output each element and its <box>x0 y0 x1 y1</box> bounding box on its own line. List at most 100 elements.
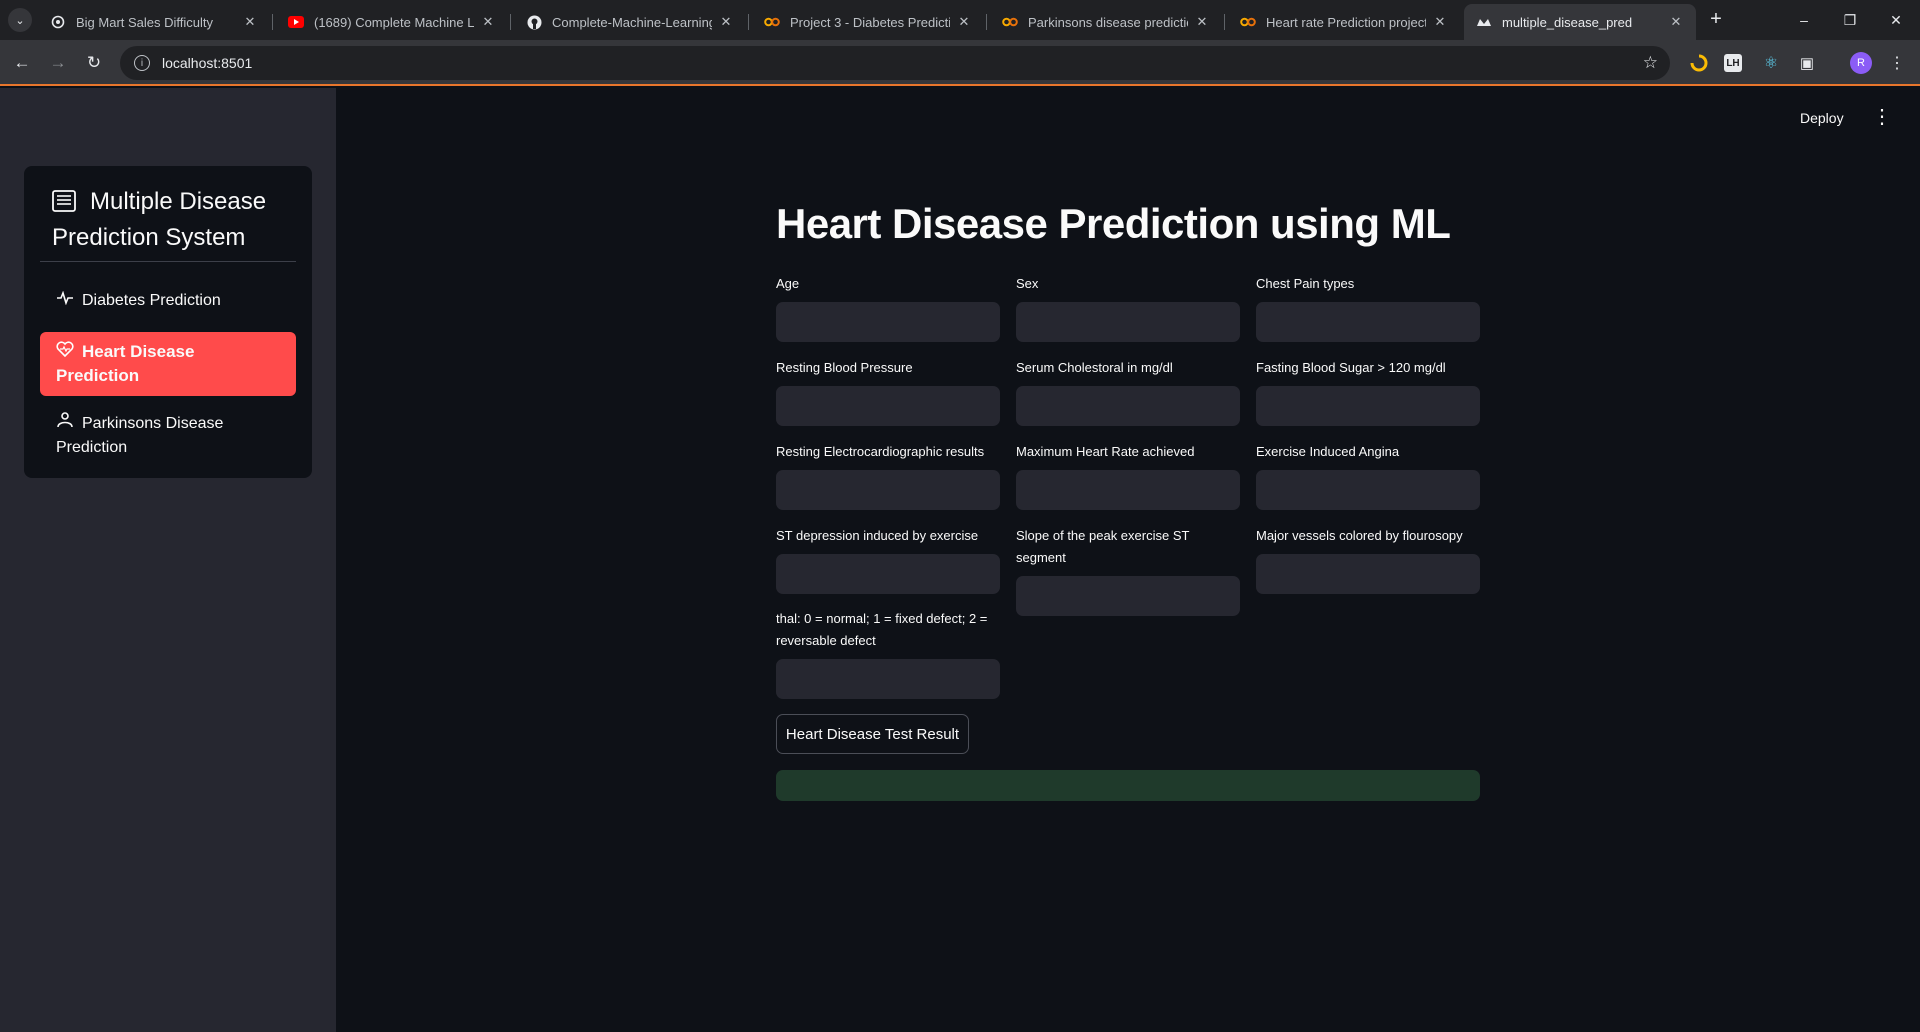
main-menu-icon[interactable]: ⋮ <box>1872 105 1892 129</box>
field-label: Fasting Blood Sugar > 120 mg/dl <box>1256 360 1446 375</box>
st-depression-input[interactable] <box>776 554 1000 594</box>
browser-tab[interactable]: Heart rate Prediction project.ip ✕ <box>1228 4 1460 40</box>
forward-button[interactable]: → <box>44 49 72 77</box>
close-icon[interactable]: ✕ <box>1668 14 1684 30</box>
plus-icon: + <box>1710 8 1722 30</box>
menu-title: Multiple Disease Prediction System <box>52 184 297 256</box>
tab-search-button[interactable]: ⌄ <box>8 8 32 32</box>
puzzle-icon[interactable]: ▣ <box>1796 52 1818 74</box>
activity-icon <box>56 289 74 313</box>
close-icon[interactable]: ✕ <box>1194 14 1210 30</box>
form-field: Maximum Heart Rate achieved <box>1016 441 1240 510</box>
reload-button[interactable]: ↻ <box>80 49 108 77</box>
field-label: Resting Electrocardiographic results <box>776 444 985 459</box>
close-window-button[interactable]: ✕ <box>1868 0 1920 40</box>
extension-icon[interactable] <box>1688 52 1710 74</box>
minimize-icon: – <box>1800 12 1808 28</box>
form-field: Major vessels colored by flourosopy <box>1256 525 1480 594</box>
exercise-angina-input[interactable] <box>1256 470 1480 510</box>
chest-pain-input[interactable] <box>1256 302 1480 342</box>
field-label: Slope of the peak exercise ST segment <box>1016 528 1190 565</box>
tab-title: Project 3 - Diabetes Prediction. <box>790 14 950 30</box>
menu-item-label: Diabetes Prediction <box>82 292 221 309</box>
field-label: thal: 0 = normal; 1 = fixed defect; 2 = … <box>776 611 988 648</box>
field-label: Sex <box>1016 276 1039 291</box>
browser-tab[interactable]: Parkinsons disease prediction.ip ✕ <box>990 4 1222 40</box>
close-icon[interactable]: ✕ <box>1432 14 1448 30</box>
tab-separator <box>748 14 749 30</box>
colab-icon <box>1240 14 1256 30</box>
tab-separator <box>986 14 987 30</box>
max-heart-rate-input[interactable] <box>1016 470 1240 510</box>
browser-tab[interactable]: (1689) Complete Machine Learn ✕ <box>276 4 508 40</box>
form-field: Slope of the peak exercise ST segment <box>1016 525 1240 616</box>
menu-item-label: Heart Disease Prediction <box>56 342 195 385</box>
fasting-blood-sugar-input[interactable] <box>1256 386 1480 426</box>
menu-divider <box>40 261 296 262</box>
option-menu: Multiple Disease Prediction System Diabe… <box>24 166 312 478</box>
browser-tab-active[interactable]: multiple_disease_pred ✕ <box>1464 4 1696 40</box>
tab-title: (1689) Complete Machine Learn <box>314 14 474 30</box>
form-field: Sex <box>1016 273 1240 342</box>
menu-item-diabetes[interactable]: Diabetes Prediction <box>40 281 296 321</box>
address-bar[interactable]: i localhost:8501 ☆ <box>120 46 1670 80</box>
cholesterol-input[interactable] <box>1016 386 1240 426</box>
thal-input[interactable] <box>776 659 1000 699</box>
close-icon[interactable]: ✕ <box>718 14 734 30</box>
tab-separator <box>1224 14 1225 30</box>
deploy-button[interactable]: Deploy <box>1800 110 1844 126</box>
react-devtools-icon[interactable]: ⚛ <box>1760 52 1782 74</box>
heart-disease-test-result-button[interactable]: Heart Disease Test Result <box>776 714 969 754</box>
form-field: Chest Pain types <box>1256 273 1480 342</box>
resting-bp-input[interactable] <box>776 386 1000 426</box>
field-label: ST depression induced by exercise <box>776 528 979 543</box>
profile-avatar[interactable]: R <box>1850 52 1872 74</box>
streamlit-icon <box>1476 14 1492 30</box>
sex-input[interactable] <box>1016 302 1240 342</box>
form-field: Resting Electrocardiographic results <box>776 441 1000 510</box>
person-icon <box>56 412 74 436</box>
close-icon[interactable]: ✕ <box>242 14 258 30</box>
tab-title: Complete-Machine-Learning-C <box>552 14 712 30</box>
lighthouse-extension-icon[interactable]: LH <box>1724 54 1742 72</box>
site-info-icon[interactable]: i <box>134 55 150 71</box>
field-label: Exercise Induced Angina <box>1256 444 1400 459</box>
new-tab-button[interactable]: + <box>1704 8 1728 32</box>
tab-separator <box>510 14 511 30</box>
colab-icon <box>1002 14 1018 30</box>
page-title: Heart Disease Prediction using ML <box>776 200 1451 247</box>
menu-item-parkinsons[interactable]: Parkinsons Disease Prediction <box>40 404 296 468</box>
close-icon[interactable]: ✕ <box>480 14 496 30</box>
age-input[interactable] <box>776 302 1000 342</box>
st-slope-input[interactable] <box>1016 576 1240 616</box>
bookmark-star-icon[interactable]: ☆ <box>1643 53 1658 73</box>
github-icon <box>526 14 542 30</box>
rest-ecg-input[interactable] <box>776 470 1000 510</box>
field-label: Chest Pain types <box>1256 276 1355 291</box>
form-field: Serum Cholestoral in mg/dl <box>1016 357 1240 426</box>
list-icon <box>52 187 76 212</box>
browser-tab-strip: ⌄ Big Mart Sales Difficulty ✕ (1689) Com… <box>0 0 1920 40</box>
browser-tab[interactable]: Big Mart Sales Difficulty ✕ <box>38 4 270 40</box>
restore-icon: ❐ <box>1843 11 1857 28</box>
browser-menu-icon[interactable]: ⋮ <box>1886 52 1908 74</box>
sidebar: Multiple Disease Prediction System Diabe… <box>0 88 336 1032</box>
field-label: Resting Blood Pressure <box>776 360 913 375</box>
form-field: Exercise Induced Angina <box>1256 441 1480 510</box>
tab-title: Heart rate Prediction project.ip <box>1266 14 1426 30</box>
tab-title: Parkinsons disease prediction.ip <box>1028 14 1188 30</box>
menu-item-label: Parkinsons Disease Prediction <box>56 415 224 456</box>
arrow-right-icon: → <box>49 53 67 72</box>
chevron-down-icon: ⌄ <box>15 14 25 27</box>
back-button[interactable]: ← <box>8 49 36 77</box>
browser-tab[interactable]: Complete-Machine-Learning-C ✕ <box>514 4 746 40</box>
field-label: Major vessels colored by flourosopy <box>1256 528 1463 543</box>
close-icon[interactable]: ✕ <box>956 14 972 30</box>
form-field: Age <box>776 273 1000 342</box>
browser-tab[interactable]: Project 3 - Diabetes Prediction. ✕ <box>752 4 984 40</box>
form-field: ST depression induced by exercise <box>776 525 1000 594</box>
menu-item-heart-disease[interactable]: Heart Disease Prediction <box>40 332 296 396</box>
form-field: Fasting Blood Sugar > 120 mg/dl <box>1256 357 1480 426</box>
browser-toolbar: ← → ↻ i localhost:8501 ☆ LH ⚛ ▣ R ⋮ <box>0 40 1920 86</box>
major-vessels-input[interactable] <box>1256 554 1480 594</box>
